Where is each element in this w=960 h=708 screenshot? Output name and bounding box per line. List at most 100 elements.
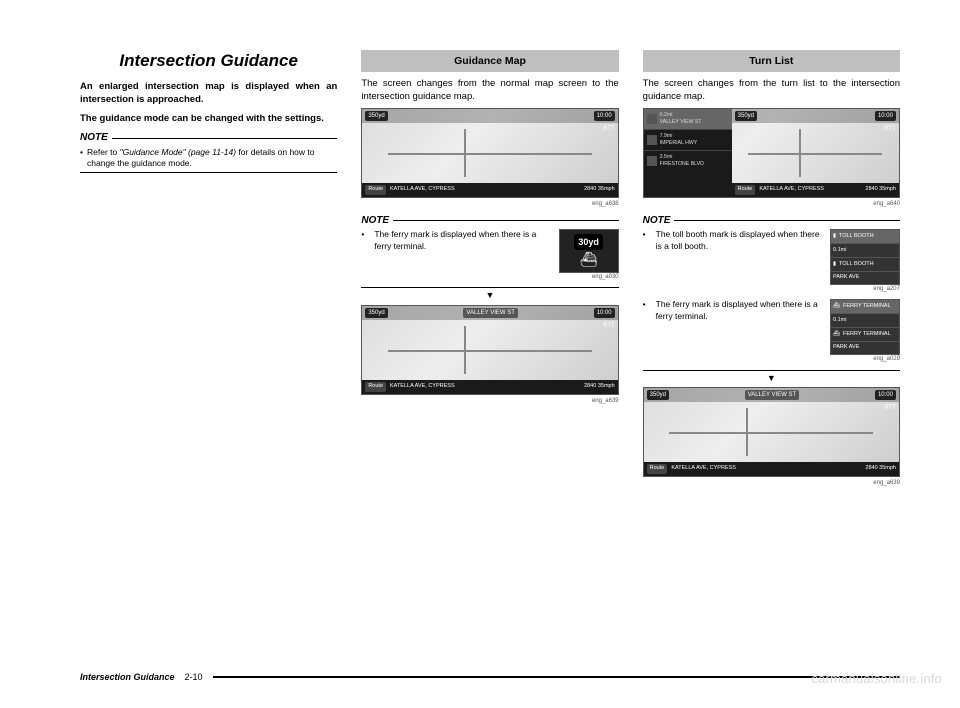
ferry-icon: ⛴ bbox=[833, 303, 840, 310]
distance-badge: 350yd bbox=[365, 111, 387, 121]
nav-screenshot-turn-list: 0.2mi VALLEY VIEW ST 7.9mi IMPERIAL HWY bbox=[643, 108, 900, 198]
route-button[interactable]: Route bbox=[365, 382, 386, 391]
note-rule bbox=[393, 220, 619, 221]
banner-street: VALLEY VIEW ST bbox=[745, 390, 799, 400]
route-button[interactable]: Route bbox=[735, 185, 756, 194]
note-text: The toll booth mark is displayed when th… bbox=[656, 229, 824, 252]
turn-arrow-icon bbox=[647, 135, 657, 145]
turn-list-body: The screen changes from the turn list to… bbox=[643, 78, 900, 104]
watermark-text: carmanualsonline.info bbox=[811, 671, 942, 686]
distance-badge: 350yd bbox=[365, 308, 387, 318]
ferry-terminal-thumbnail: ⛴FERRY TERMINAL 0.1mi ⛴FERRY TERMINAL PA… bbox=[830, 299, 900, 355]
screenshot-caption: eng_a638 bbox=[361, 200, 618, 208]
note-end-rule bbox=[643, 370, 900, 371]
rtt-badge: RTT bbox=[884, 404, 896, 412]
panel-row: 0.1mi bbox=[833, 317, 846, 324]
note-label: NOTE bbox=[80, 131, 108, 145]
thumbnail-caption: eng_a029 bbox=[643, 355, 900, 363]
toll-booth-thumbnail: ▮TOLL BOOTH 0.1mi ▮TOLL BOOTH PARK AVE bbox=[830, 229, 900, 285]
nav-screenshot-intersection-map: 350yd VALLEY VIEW ST 10:00 RTT Route KAT… bbox=[643, 387, 900, 477]
distance-badge: 350yd bbox=[735, 111, 757, 121]
note-text: The ferry mark is displayed when there i… bbox=[656, 299, 824, 322]
turn-arrow-icon bbox=[647, 114, 657, 124]
note-header: NOTE bbox=[643, 214, 900, 228]
turn-list-row[interactable]: 0.2mi VALLEY VIEW ST bbox=[644, 109, 732, 130]
screenshot-caption: eng_a640 bbox=[643, 200, 900, 208]
panel-row: FERRY TERMINAL bbox=[843, 303, 891, 310]
current-street: KATELLA AVE, CYPRESS bbox=[671, 465, 736, 472]
turn-list-panel: 0.2mi VALLEY VIEW ST 7.9mi IMPERIAL HWY bbox=[644, 109, 732, 197]
intro-paragraph-1: An enlarged intersection map is displaye… bbox=[80, 81, 337, 107]
turn-list-row[interactable]: 7.9mi IMPERIAL HWY bbox=[644, 130, 732, 151]
rtt-badge: RTT bbox=[603, 322, 615, 330]
note-ref: "Guidance Mode" (page 11-14) bbox=[120, 147, 236, 157]
note-label: NOTE bbox=[361, 214, 389, 228]
clock-badge: 10:00 bbox=[594, 308, 615, 318]
clock-badge: 10:00 bbox=[594, 111, 615, 121]
panel-row: TOLL BOOTH bbox=[839, 261, 874, 268]
bullet-icon: • bbox=[643, 299, 646, 310]
turn-distance: 3.5mi bbox=[660, 154, 704, 161]
note-body: • The ferry mark is displayed when there… bbox=[361, 229, 618, 273]
turn-arrow-icon bbox=[647, 156, 657, 166]
tab-header-guidance-map: Guidance Map bbox=[361, 50, 618, 72]
note-label: NOTE bbox=[643, 214, 671, 228]
ferry-icon: ⛴ bbox=[833, 331, 840, 338]
banner-street: VALLEY VIEW ST bbox=[463, 308, 517, 318]
panel-row: FERRY TERMINAL bbox=[843, 331, 891, 338]
status-right: 2840 35mph bbox=[584, 383, 615, 390]
rtt-badge: RTT bbox=[603, 125, 615, 133]
column-2: Guidance Map The screen changes from the… bbox=[361, 50, 618, 493]
footer-page-number: 2-10 bbox=[185, 672, 203, 682]
screenshot-caption: eng_a639 bbox=[643, 479, 900, 487]
map-area: RTT bbox=[644, 402, 899, 462]
page-footer: Intersection Guidance 2-10 bbox=[80, 672, 900, 682]
panel-row: PARK AVE bbox=[833, 274, 859, 281]
turn-list-row[interactable]: 3.5mi FIRESTONE BLVD bbox=[644, 151, 732, 171]
note-header: NOTE bbox=[80, 131, 337, 145]
note-pre: Refer to bbox=[87, 147, 120, 157]
toll-icon: ▮ bbox=[833, 261, 836, 268]
column-1: Intersection Guidance An enlarged inters… bbox=[80, 50, 337, 493]
thumbnail-caption: eng_a207 bbox=[643, 285, 900, 293]
status-right: 2840 35mph bbox=[865, 465, 896, 472]
note-end-rule bbox=[80, 172, 337, 173]
map-area: RTT bbox=[362, 320, 617, 380]
current-street: KATELLA AVE, CYPRESS bbox=[759, 186, 824, 193]
section-title: Intersection Guidance bbox=[80, 50, 337, 73]
note-body-toll: • The toll booth mark is displayed when … bbox=[643, 229, 900, 285]
note-text: Refer to "Guidance Mode" (page 11-14) fo… bbox=[87, 147, 337, 170]
panel-row: PARK AVE bbox=[833, 344, 859, 351]
intro-paragraph-2: The guidance mode can be changed with th… bbox=[80, 113, 337, 126]
rtt-badge: RTT bbox=[884, 125, 896, 133]
arrow-down-icon: ▼ bbox=[643, 372, 900, 384]
map-area: RTT bbox=[732, 123, 899, 183]
note-text: The ferry mark is displayed when there i… bbox=[374, 229, 552, 252]
turn-street: VALLEY VIEW ST bbox=[660, 119, 702, 126]
column-3: Turn List The screen changes from the tu… bbox=[643, 50, 900, 493]
note-body: • Refer to "Guidance Mode" (page 11-14) … bbox=[80, 147, 337, 170]
tab-header-turn-list: Turn List bbox=[643, 50, 900, 72]
note-header: NOTE bbox=[361, 214, 618, 228]
distance-badge: 350yd bbox=[647, 390, 669, 400]
badge-caption: eng_a030 bbox=[361, 273, 618, 281]
clock-badge: 10:00 bbox=[875, 390, 896, 400]
screenshot-caption: eng_a639 bbox=[361, 397, 618, 405]
map-area: RTT bbox=[362, 123, 617, 183]
bullet-icon: • bbox=[361, 229, 364, 240]
toll-icon: ▮ bbox=[833, 233, 836, 240]
route-button[interactable]: Route bbox=[365, 185, 386, 194]
bullet-icon: • bbox=[643, 229, 646, 240]
ferry-badge-thumbnail: 30yd ⛴ bbox=[559, 229, 619, 273]
current-street: KATELLA AVE, CYPRESS bbox=[390, 186, 455, 193]
status-right: 2840 35mph bbox=[584, 186, 615, 193]
note-rule bbox=[674, 220, 900, 221]
route-button[interactable]: Route bbox=[647, 464, 668, 473]
bullet-icon: • bbox=[80, 147, 83, 170]
turn-distance: 7.9mi bbox=[660, 133, 698, 140]
note-body-ferry: • The ferry mark is displayed when there… bbox=[643, 299, 900, 355]
ferry-icon: ⛴ bbox=[580, 250, 598, 269]
badge-distance: 30yd bbox=[574, 234, 603, 250]
turn-distance: 0.2mi bbox=[660, 112, 702, 119]
panel-row: 0.1mi bbox=[833, 247, 846, 254]
